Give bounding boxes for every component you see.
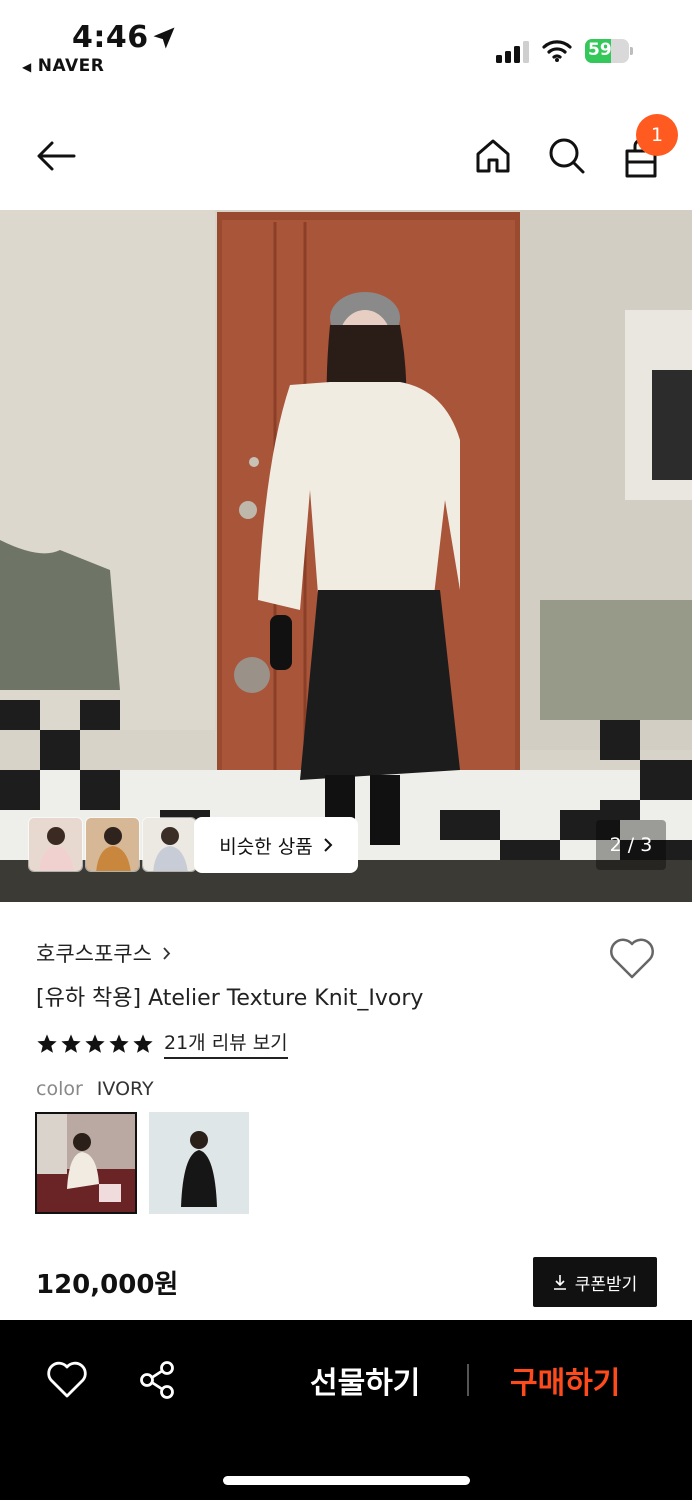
- similar-thumb[interactable]: [28, 817, 83, 872]
- color-swatch-black[interactable]: [149, 1112, 251, 1214]
- wifi-icon: [542, 40, 572, 62]
- star-icon: [85, 1033, 105, 1053]
- similar-thumbnails[interactable]: [28, 817, 197, 872]
- color-option: color IVORY: [36, 1078, 154, 1100]
- bottom-action-bar: [0, 1320, 692, 1500]
- star-icon: [37, 1033, 57, 1053]
- image-page-indicator: 2 / 3: [596, 820, 666, 870]
- brand-name: 호쿠스포쿠스: [36, 942, 152, 966]
- color-swatch-ivory[interactable]: [35, 1112, 137, 1214]
- search-button[interactable]: [541, 130, 593, 182]
- coupon-download-button[interactable]: 쿠폰받기: [533, 1257, 657, 1307]
- share-icon[interactable]: [136, 1358, 180, 1402]
- buy-button[interactable]: 구매하기: [510, 1358, 620, 1402]
- similar-products-label: 비슷한 상품: [219, 835, 313, 858]
- location-arrow-icon: [153, 27, 175, 49]
- battery-percent: 59: [588, 40, 612, 60]
- search-icon: [549, 138, 585, 174]
- star-icon: [61, 1033, 81, 1053]
- color-value: IVORY: [96, 1078, 154, 1100]
- reviews-link[interactable]: 21개 리뷰 보기: [164, 1028, 288, 1059]
- home-indicator[interactable]: [223, 1476, 470, 1485]
- back-to-app-link[interactable]: ◀ NAVER: [22, 56, 104, 76]
- star-icon: [133, 1033, 153, 1053]
- brand-link[interactable]: 호쿠스포쿠스: [36, 938, 171, 968]
- similar-thumb[interactable]: [85, 817, 140, 872]
- battery-icon: 59: [585, 39, 633, 63]
- star-icon: [109, 1033, 129, 1053]
- chevron-right-icon: [324, 838, 333, 852]
- back-arrow-icon: [37, 141, 76, 171]
- coupon-label: 쿠폰받기: [574, 1274, 638, 1295]
- status-bar: 4:46 ◀ NAVER 59: [0, 0, 692, 90]
- bottom-divider: [467, 1364, 469, 1396]
- back-button[interactable]: [30, 130, 82, 182]
- home-icon: [476, 139, 510, 173]
- cart-count-badge: 1: [636, 114, 678, 156]
- product-image[interactable]: [0, 210, 692, 902]
- back-app-label: NAVER: [37, 56, 105, 76]
- home-button[interactable]: [467, 130, 519, 182]
- status-time: 4:46: [72, 20, 149, 55]
- top-nav: [0, 100, 692, 210]
- signal-icon: [496, 41, 529, 63]
- similar-thumb[interactable]: [142, 817, 197, 872]
- product-photo: [0, 210, 692, 902]
- download-icon: [553, 1275, 566, 1290]
- heart-icon[interactable]: [45, 1358, 89, 1402]
- color-label: color: [36, 1078, 83, 1100]
- product-title: [유하 착용] Atelier Texture Knit_Ivory: [36, 986, 424, 1011]
- back-triangle-icon: ◀: [22, 60, 32, 74]
- product-price: 120,000원: [36, 1270, 179, 1300]
- chevron-right-icon: [163, 946, 171, 960]
- similar-products-button[interactable]: 비슷한 상품: [194, 817, 358, 873]
- wishlist-heart-icon[interactable]: [608, 935, 656, 981]
- gift-button[interactable]: 선물하기: [310, 1358, 420, 1402]
- rating-stars: [36, 1033, 154, 1055]
- rating-row: 21개 리뷰 보기: [36, 1028, 288, 1059]
